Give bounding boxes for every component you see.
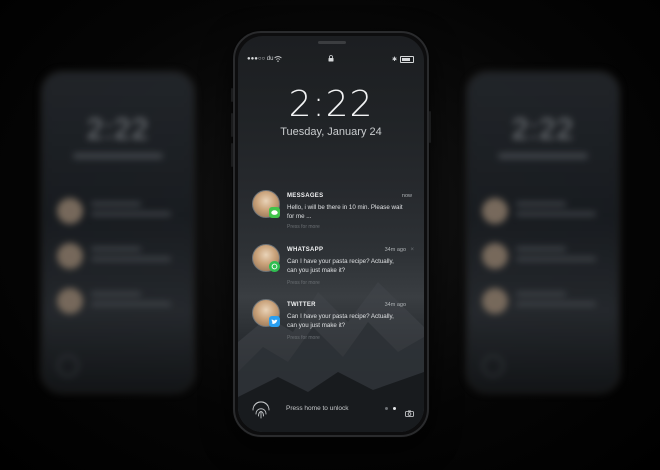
notification-hint: Press for more <box>287 280 320 286</box>
page-dot-active <box>393 407 396 410</box>
notification-text: Hello, i will be there in 10 min. Please… <box>287 204 403 220</box>
notification-app-name: MESSAGES <box>287 193 324 199</box>
notification-time: now <box>401 193 412 199</box>
page-indicator <box>385 407 396 410</box>
carrier-label: ●●●○○ du <box>247 56 274 62</box>
earpiece-speaker <box>318 41 346 44</box>
lock-time: 2:22 <box>288 84 374 125</box>
close-icon[interactable]: × <box>410 247 414 253</box>
whatsapp-app-icon <box>269 261 280 272</box>
fingerprint-icon[interactable] <box>250 398 272 420</box>
blurred-phone-right: 2:22 <box>465 70 621 394</box>
status-bar: ●●●○○ du ✱ <box>238 55 424 66</box>
volume-up-button[interactable] <box>231 113 233 137</box>
unlock-hint: Press home to unlock <box>286 405 349 412</box>
page-dot <box>385 407 388 410</box>
battery-icon <box>400 56 414 63</box>
notification-app-name: WHATSAPP <box>287 247 324 253</box>
blurred-clock-right: 2:22 <box>511 113 575 146</box>
wifi-icon <box>274 56 282 64</box>
notification-hint: Press for more <box>287 335 320 341</box>
lock-screen: ●●●○○ du ✱ 2:22 Tuesday, January 24 MESS… <box>238 36 424 432</box>
power-button[interactable] <box>429 111 431 143</box>
notification-text: Can I have your pasta recipe? Actually, … <box>287 258 394 274</box>
phone-device: ●●●○○ du ✱ 2:22 Tuesday, January 24 MESS… <box>231 31 431 437</box>
messages-app-icon <box>269 207 280 218</box>
lock-icon <box>328 55 334 64</box>
notification-app-name: TWITTER <box>287 302 316 308</box>
notification-messages[interactable]: MESSAGES now Hello, i will be there in 1… <box>252 190 414 234</box>
notification-whatsapp[interactable]: WHATSAPP 34m ago × Can I have your pasta… <box>252 244 414 294</box>
notification-twitter[interactable]: TWITTER 34m ago Can I have your pasta re… <box>252 299 414 349</box>
notification-time: 34m ago <box>384 247 406 253</box>
bluetooth-icon: ✱ <box>391 57 397 63</box>
notification-time: 34m ago <box>384 302 406 308</box>
lock-footer: Press home to unlock <box>238 392 424 432</box>
twitter-app-icon <box>269 316 280 327</box>
blurred-clock-left: 2:22 <box>86 113 150 146</box>
notification-text: Can I have your pasta recipe? Actually, … <box>287 313 394 329</box>
lock-date: Tuesday, January 24 <box>280 126 382 138</box>
mute-switch[interactable] <box>231 88 233 102</box>
notification-hint: Press for more <box>287 224 320 230</box>
background: 2:22 2:22 ●●●○○ du ✱ 2:22 Tuesday, Janua… <box>0 0 660 470</box>
blurred-phone-left: 2:22 <box>40 70 196 394</box>
volume-down-button[interactable] <box>231 143 233 167</box>
camera-icon[interactable] <box>405 404 414 417</box>
